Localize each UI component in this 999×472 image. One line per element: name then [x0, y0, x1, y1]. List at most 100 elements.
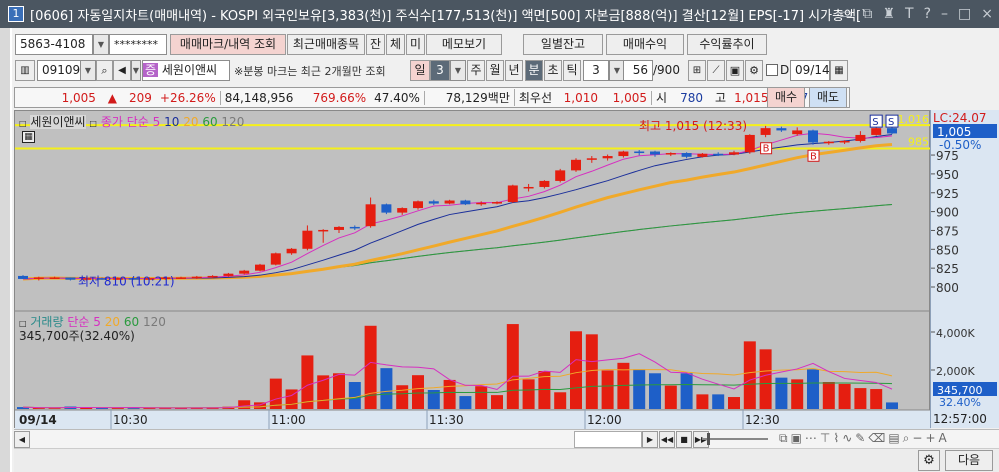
- price-tick-label: 950: [936, 168, 959, 182]
- filled-button[interactable]: 체: [386, 34, 405, 55]
- crosshair-icon[interactable]: ⊤: [820, 431, 833, 445]
- interval-field[interactable]: 3: [583, 60, 609, 81]
- period-minute-tab[interactable]: 분: [525, 60, 543, 81]
- minimize-icon[interactable]: –: [941, 6, 948, 22]
- wave-icon[interactable]: ∿: [842, 431, 855, 445]
- sell-button[interactable]: 매도: [809, 87, 847, 108]
- bar-count-total: /900: [653, 63, 680, 77]
- memo-button[interactable]: 메모보기: [426, 34, 502, 55]
- save-icon[interactable]: ▣: [726, 60, 744, 81]
- candle: [713, 153, 724, 156]
- candle: [365, 204, 376, 227]
- volume-bar: [412, 375, 424, 409]
- day-count-dropdown-icon[interactable]: ▼: [450, 60, 466, 81]
- period-tick-tab[interactable]: 틱: [563, 60, 581, 81]
- dotted-icon[interactable]: ⋯: [805, 431, 820, 445]
- daily-balance-button[interactable]: 일별잔고: [523, 34, 603, 55]
- pin-icon[interactable]: ♜: [882, 6, 895, 22]
- yield-trend-button[interactable]: 수익률추이: [687, 34, 767, 55]
- change-percent: +26.26%: [156, 90, 221, 105]
- chart-area[interactable]: 최고 1,015 (12:33) 최저 810 (10:21) 1,016 985 B B…: [14, 110, 931, 429]
- erase-icon[interactable]: ⌫: [868, 431, 888, 445]
- candle: [65, 277, 76, 280]
- data-table-icon[interactable]: ▦: [22, 131, 35, 143]
- mark-query-button[interactable]: 매매마크/내역 조회: [170, 34, 286, 55]
- volume-bar: [664, 385, 677, 409]
- copy-window-icon[interactable]: ⧉: [862, 6, 872, 22]
- account-dropdown-icon[interactable]: ▼: [93, 34, 109, 55]
- axis-scale: 8008258508759009259509752,000K4,000KLC:2…: [931, 111, 997, 426]
- speed-slider[interactable]: [702, 438, 768, 440]
- stock-code-field[interactable]: 091090: [37, 60, 88, 81]
- volume-bar: [570, 331, 582, 409]
- candle: [191, 276, 202, 279]
- rewind-icon[interactable]: ◀◀: [659, 431, 675, 448]
- gear-icon[interactable]: ⚙: [745, 60, 763, 81]
- window-icon[interactable]: ▣: [791, 431, 805, 445]
- volume-bar: [491, 395, 503, 409]
- candle: [823, 141, 834, 144]
- candle: [413, 201, 423, 209]
- speaker-dropdown-icon[interactable]: ▼: [131, 60, 141, 81]
- day-count-field[interactable]: 3: [430, 60, 450, 81]
- candle: [855, 134, 866, 141]
- unfilled-button[interactable]: 미: [406, 34, 425, 55]
- period-day-tab[interactable]: 일: [410, 60, 430, 81]
- candle: [176, 277, 186, 279]
- date-checkbox[interactable]: [766, 64, 778, 76]
- account-field[interactable]: 5863-4108: [15, 34, 93, 55]
- add-indicator-icon[interactable]: ⊞: [688, 60, 706, 81]
- play-icon[interactable]: ▶: [642, 431, 658, 448]
- high-annotation: 최고 1,015 (12:33): [639, 119, 747, 133]
- buy-button[interactable]: 매수: [767, 87, 805, 108]
- time-tick-label: 11:30: [429, 413, 464, 427]
- stop-icon[interactable]: ■: [676, 431, 692, 448]
- font-icon[interactable]: T: [905, 6, 914, 22]
- buy-mark-letter: B: [763, 144, 770, 155]
- current-volume-pct-label: 32.40%: [939, 396, 981, 409]
- settings-gear-icon[interactable]: ⚙: [918, 450, 940, 471]
- maximize-icon[interactable]: □: [958, 6, 971, 22]
- chart-tool-icons[interactable]: ⧉▣⋯⊤⌇∿✎⌫▤⌕−+A: [779, 431, 950, 446]
- current-price-label: 1,005: [937, 125, 971, 139]
- period-second-tab[interactable]: 초: [544, 60, 562, 81]
- period-week-tab[interactable]: 주: [467, 60, 485, 81]
- trade-profit-button[interactable]: 매매수익: [606, 34, 684, 55]
- scroll-box[interactable]: [574, 431, 642, 448]
- candle: [223, 273, 234, 276]
- date-field[interactable]: 09/14: [790, 60, 830, 81]
- next-button[interactable]: 다음: [945, 450, 993, 471]
- candle: [444, 200, 455, 204]
- recent-trades-button[interactable]: 최근매매종목: [287, 34, 365, 55]
- price-tick-label: 825: [936, 262, 959, 276]
- volume-bar: [32, 408, 45, 409]
- zoom-in-icon[interactable]: +: [925, 431, 938, 445]
- bar-count-field[interactable]: 56: [623, 60, 653, 81]
- layout-icon[interactable]: ▭: [839, 6, 852, 22]
- speaker-icon[interactable]: ◀: [113, 60, 131, 81]
- zoom-icon[interactable]: ⌕: [903, 431, 913, 445]
- search-icon[interactable]: ⌕: [96, 60, 113, 81]
- indicator-icon[interactable]: ▤: [888, 431, 902, 445]
- balance-button[interactable]: 잔: [366, 34, 385, 55]
- code-dropdown-icon[interactable]: ▼: [80, 60, 96, 81]
- speed-slider-handle[interactable]: [707, 433, 710, 445]
- add-line-icon[interactable]: ⟋: [707, 60, 725, 81]
- panel-toggle-icon[interactable]: ▥: [15, 60, 35, 81]
- candle: [507, 185, 518, 203]
- overlay-icon[interactable]: ⧉: [779, 431, 791, 445]
- candle: [523, 186, 534, 189]
- trendline-icon[interactable]: ⌇: [833, 431, 842, 445]
- scroll-left-button[interactable]: ◀: [14, 431, 30, 448]
- period-year-tab[interactable]: 년: [505, 60, 523, 81]
- help-icon[interactable]: ?: [924, 6, 931, 22]
- period-month-tab[interactable]: 월: [486, 60, 504, 81]
- calendar-icon[interactable]: ▦: [830, 60, 848, 81]
- candle: [381, 204, 392, 213]
- password-field[interactable]: ********: [109, 34, 167, 55]
- draw-icon[interactable]: ✎: [855, 431, 868, 445]
- auto-scale-icon[interactable]: A: [939, 431, 950, 445]
- zoom-out-icon[interactable]: −: [912, 431, 925, 445]
- price-volume-chart[interactable]: 최고 1,015 (12:33) 최저 810 (10:21) 1,016 985 B B…: [15, 111, 931, 429]
- close-icon[interactable]: ×: [981, 6, 993, 22]
